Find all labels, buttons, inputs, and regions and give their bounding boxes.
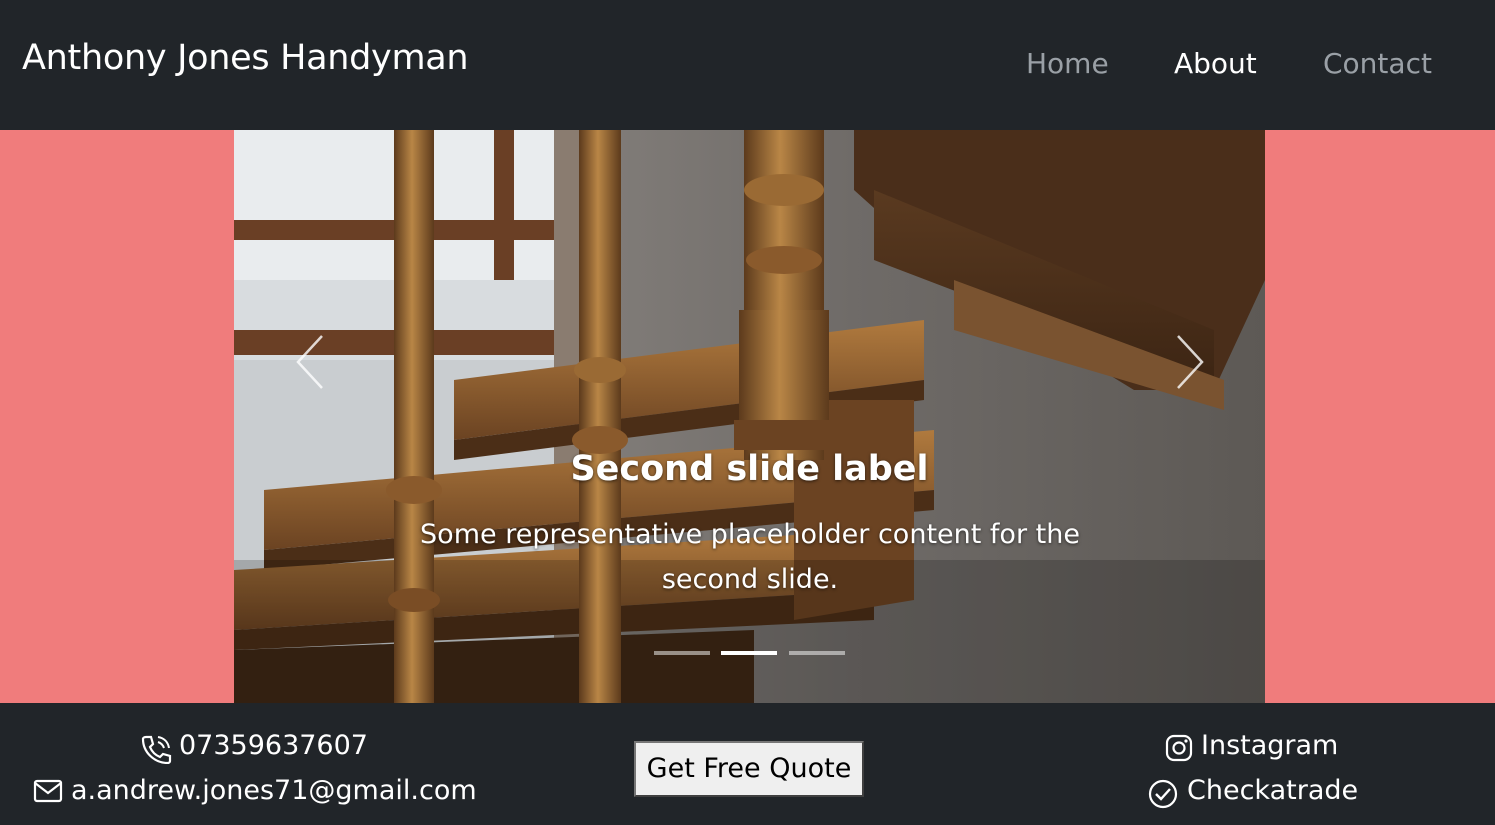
instagram-label: Instagram — [1201, 730, 1339, 761]
navbar: Anthony Jones Handyman Home About Contac… — [0, 0, 1495, 130]
chevron-right-icon — [1177, 335, 1204, 389]
slide-caption-title: Second slide label — [570, 449, 929, 489]
carousel-indicator-3[interactable] — [789, 651, 845, 655]
check-circle-icon — [1148, 779, 1178, 809]
nav-link-home[interactable]: Home — [1026, 47, 1109, 80]
nav-link-contact[interactable]: Contact — [1323, 47, 1432, 80]
footer: 07359637607 a.andrew.jones71@gmail.com G… — [0, 703, 1495, 825]
get-free-quote-button[interactable]: Get Free Quote — [634, 741, 864, 797]
chevron-left-icon — [296, 335, 323, 389]
carousel-next-button[interactable] — [1168, 332, 1208, 392]
staircase-photo — [234, 130, 1265, 703]
checkatrade-label: Checkatrade — [1187, 775, 1359, 806]
phone-number: 07359637607 — [179, 730, 368, 761]
brand-link[interactable]: Anthony Jones Handyman — [22, 38, 469, 78]
carousel-slide-image — [234, 130, 1265, 703]
nav-link-about[interactable]: About — [1174, 47, 1257, 80]
instagram-icon — [1165, 734, 1193, 762]
carousel-indicator-1[interactable] — [654, 651, 710, 655]
carousel-indicator-2[interactable] — [721, 651, 777, 655]
envelope-icon — [33, 779, 63, 803]
phone-icon — [141, 735, 172, 764]
email-address: a.andrew.jones71@gmail.com — [71, 775, 477, 806]
carousel-prev-button[interactable] — [292, 332, 332, 392]
slide-caption-text: Some representative placeholder content … — [420, 519, 1080, 595]
